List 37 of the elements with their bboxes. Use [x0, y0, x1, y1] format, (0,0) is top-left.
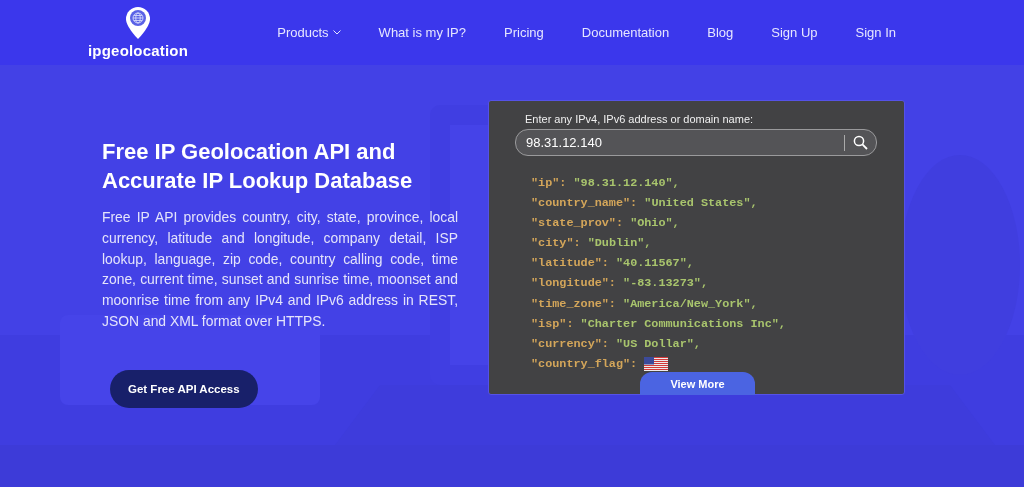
hero-title: Free IP Geolocation API and Accurate IP Lookup Database	[102, 138, 414, 195]
field-label: Enter any IPv4, IPv6 address or domain name:	[525, 113, 755, 125]
json-key: "country_name":	[531, 193, 638, 214]
nav-link[interactable]: Sign In	[855, 25, 896, 40]
nav-link[interactable]: Blog	[707, 25, 734, 40]
json-key: "isp":	[531, 313, 574, 334]
json-key: "longitude":	[531, 273, 616, 294]
ip-search-field[interactable]: 98.31.12.140	[515, 129, 877, 156]
json-key: "currency":	[531, 333, 609, 354]
view-more-button[interactable]: View More	[640, 372, 755, 395]
json-value: "Ohio",	[630, 215, 680, 233]
json-value: "Dublin",	[587, 235, 652, 253]
json-value: "US Dollar",	[615, 335, 701, 353]
json-key: "city":	[531, 233, 581, 254]
json-value: "Charter Communications Inc",	[580, 315, 786, 333]
nav-link[interactable]: Pricing	[504, 25, 544, 40]
json-key: "ip":	[531, 173, 567, 194]
json-key: "latitude":	[531, 253, 609, 274]
search-icon[interactable]	[853, 135, 868, 150]
json-value: "United States",	[644, 195, 758, 213]
json-key: "state_prov":	[531, 213, 624, 234]
map-pin-globe-icon	[125, 6, 152, 40]
logo-text[interactable]: ipgeolocation	[88, 42, 189, 59]
json-key: "country_flag":	[531, 353, 638, 374]
json-value: "America/New_York",	[623, 295, 758, 313]
nav-link[interactable]: Documentation	[581, 25, 670, 40]
json-value: "40.11567",	[615, 255, 694, 273]
ip-input[interactable]: 98.31.12.140	[526, 135, 836, 150]
nav-link[interactable]: What is my IP?	[378, 25, 467, 40]
nav-link[interactable]: Sign Up	[771, 25, 818, 40]
hero-description: Free IP API provides country, city, state, province, local currency, latitude and longitude, company detail, ISP lookup, language, zip code, country calling code, time zone, current time, sunset and sunrise time, moonset and moonrise time from any IPv4 and IPv6 address in REST, JSON and XML format over HTTPS.	[102, 208, 458, 331]
json-value: "-83.13273",	[623, 275, 708, 293]
nav-link[interactable]: Products	[277, 25, 341, 40]
json-value: "98.31.12.140",	[573, 175, 680, 192]
get-api-access-button[interactable]: Get Free API Access	[110, 369, 258, 408]
json-key: "time_zone":	[531, 293, 616, 314]
flag-icon	[644, 356, 669, 371]
